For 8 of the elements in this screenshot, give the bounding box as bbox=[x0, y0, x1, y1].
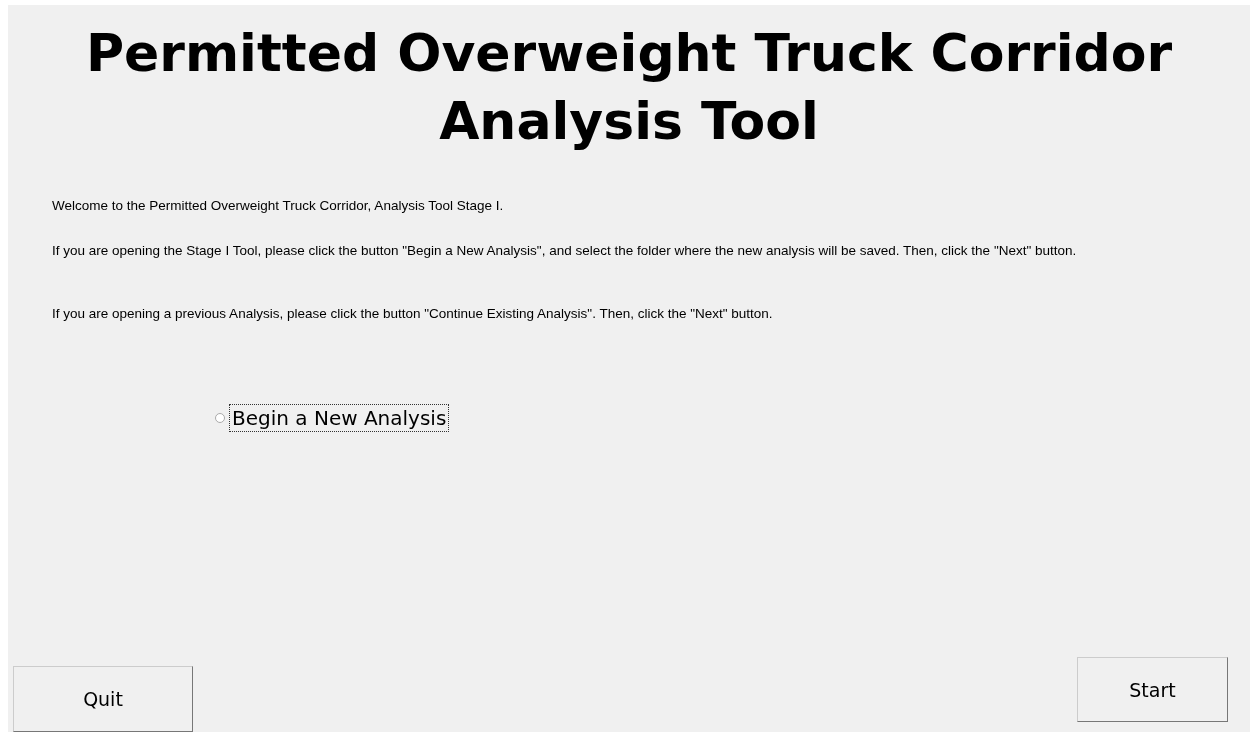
quit-button[interactable]: Quit bbox=[13, 666, 193, 732]
app-title: Permitted Overweight Truck Corridor Analysis Tool bbox=[84, 22, 1174, 153]
instruction-text: If you are opening the Stage I Tool, please click the button "Begin a New Analysis", and select the folder where the new analysis will be saved. Then, click the "Next" button. bbox=[51, 242, 1078, 259]
radio-button[interactable] bbox=[215, 413, 225, 423]
instruction-text: Welcome to the Permitted Overweight Truck Corridor, Analysis Tool Stage I. bbox=[51, 197, 505, 214]
instruction-text: If you are opening a previous Analysis, please click the button "Continue Existing Analysis". Then, click the "Next" button. bbox=[51, 305, 774, 322]
radio-label[interactable]: Begin a New Analysis bbox=[229, 404, 450, 432]
start-button[interactable]: Start bbox=[1077, 657, 1228, 722]
